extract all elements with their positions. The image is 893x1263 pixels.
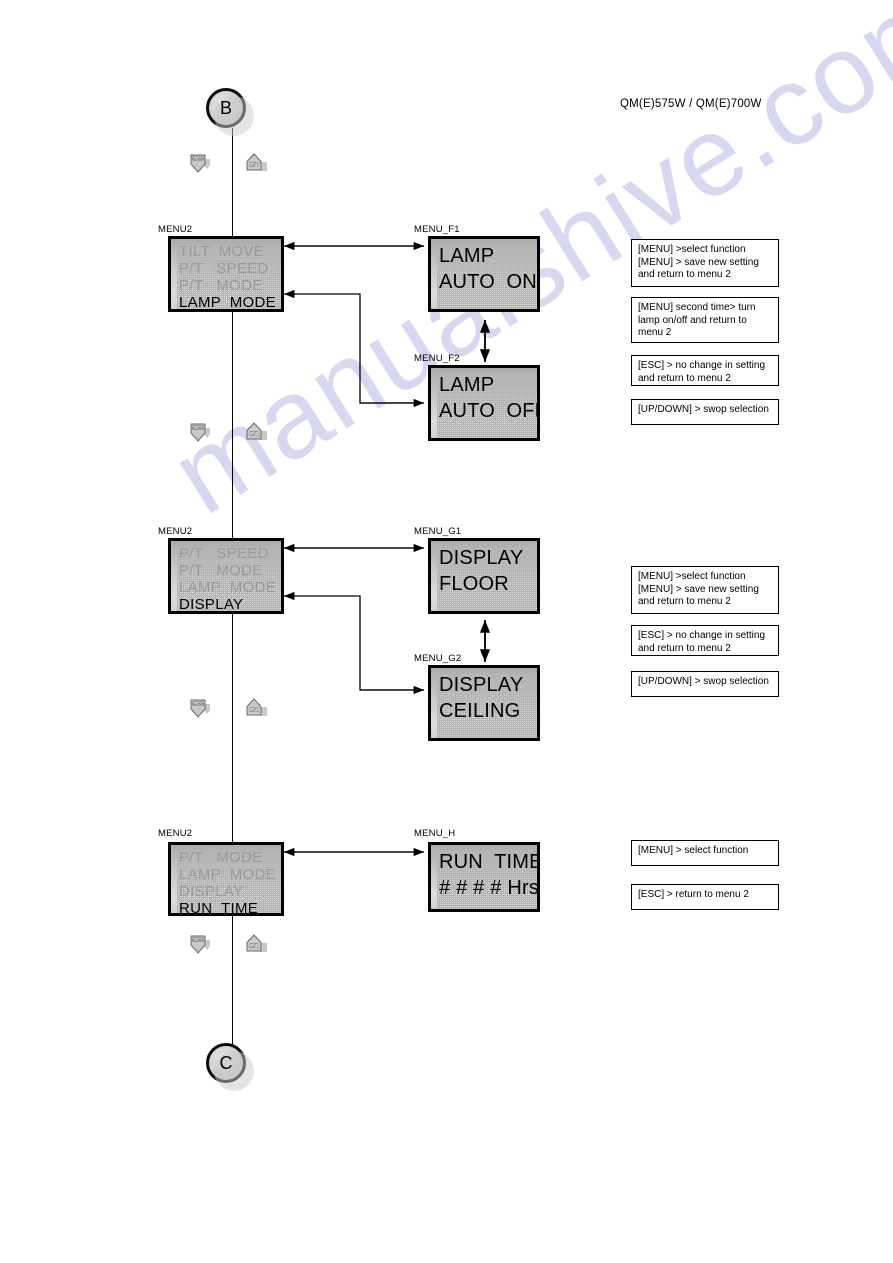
spine-segment-bottom bbox=[232, 916, 233, 1044]
lcd-menu-f1[interactable]: LAMP AUTO ON bbox=[428, 236, 540, 312]
lcd-line: CEILING bbox=[439, 700, 521, 722]
spine-segment-2 bbox=[232, 312, 233, 538]
connector-c-label: C bbox=[219, 1052, 233, 1073]
note-line: [UP/DOWN] > swop selection bbox=[638, 676, 769, 687]
up-key-icon[interactable]: UP bbox=[244, 933, 267, 955]
lcd-line: P/T MODE bbox=[179, 849, 263, 866]
spine-segment-top bbox=[232, 128, 233, 236]
lcd-line: DISPLAY bbox=[179, 883, 244, 900]
lcd-menu-g2[interactable]: DISPLAY CEILING bbox=[428, 665, 540, 741]
lcd-line-selected: RUN TIME bbox=[179, 900, 259, 916]
lcd-line-selected: LAMP MODE bbox=[179, 294, 276, 311]
lcd-line: LAMP bbox=[439, 245, 495, 267]
lcd-menu-f2[interactable]: LAMP AUTO OFF bbox=[428, 365, 540, 441]
up-key-icon[interactable]: UP bbox=[244, 421, 267, 443]
note-line: and return to menu 2 bbox=[638, 269, 731, 281]
down-key-icon[interactable]: DOWN bbox=[188, 421, 210, 443]
svg-text:DOWN: DOWN bbox=[192, 702, 204, 706]
block-label-menu-g1: MENU_G1 bbox=[414, 526, 462, 537]
note-line: [MENU] > select function bbox=[638, 845, 749, 856]
lcd-line: P/T SPEED bbox=[179, 545, 269, 562]
lcd-menu2-lamp[interactable]: TILT MOVE P/T SPEED P/T MODE LAMP MODE bbox=[168, 236, 284, 312]
svg-text:DOWN: DOWN bbox=[192, 157, 204, 161]
lcd-line: DISPLAY bbox=[439, 674, 524, 696]
note-line: menu 2 bbox=[638, 327, 672, 339]
connector-b-label: B bbox=[219, 97, 232, 118]
lcd-line: RUN TIME bbox=[439, 851, 540, 873]
note-box: [MENU] >select function [MENU] > save ne… bbox=[631, 566, 779, 614]
lcd-line: FLOOR bbox=[439, 573, 509, 595]
note-line: [MENU] > save new setting bbox=[638, 256, 759, 268]
lcd-line-selected: DISPLAY bbox=[179, 596, 244, 613]
spine-segment-4 bbox=[232, 614, 233, 842]
lcd-menu2-display[interactable]: P/T SPEED P/T MODE LAMP MODE DISPLAY bbox=[168, 538, 284, 614]
note-line: [UP/DOWN] > swop selection bbox=[638, 404, 769, 415]
note-line: and return to menu 2 bbox=[638, 372, 731, 384]
lcd-line: LAMP MODE bbox=[179, 579, 276, 596]
lcd-line: DISPLAY bbox=[439, 547, 524, 569]
down-key-icon[interactable]: DOWN bbox=[188, 697, 210, 719]
svg-text:DOWN: DOWN bbox=[192, 426, 204, 430]
block-label-menu2: MENU2 bbox=[158, 828, 193, 839]
note-line: [MENU] > save new setting bbox=[638, 583, 759, 595]
lcd-menu2-runtime[interactable]: P/T MODE LAMP MODE DISPLAY RUN TIME bbox=[168, 842, 284, 916]
note-line: and return to menu 2 bbox=[638, 642, 731, 654]
lcd-line: P/T SPEED bbox=[179, 260, 269, 277]
lcd-line: P/T MODE bbox=[179, 562, 263, 579]
svg-text:UP: UP bbox=[251, 432, 257, 436]
lcd-line: AUTO ON bbox=[439, 271, 537, 293]
block-label-menu-f1: MENU_F1 bbox=[414, 224, 460, 235]
connector-c[interactable]: C bbox=[206, 1043, 254, 1091]
down-key-icon[interactable]: DOWN bbox=[188, 152, 210, 174]
note-box: [MENU] second time> turn lamp on/off and… bbox=[631, 297, 779, 343]
svg-text:UP: UP bbox=[251, 944, 257, 948]
note-line: lamp on/off and return to bbox=[638, 314, 747, 326]
lcd-menu-h[interactable]: RUN TIME # # # # Hrs bbox=[428, 842, 540, 912]
lcd-line: LAMP bbox=[439, 374, 495, 396]
note-line: [MENU] >select function bbox=[638, 571, 746, 582]
note-box: [UP/DOWN] > swop selection bbox=[631, 671, 779, 697]
up-key-icon[interactable]: UP bbox=[244, 697, 267, 719]
note-line: [ESC] > no change in setting bbox=[638, 360, 766, 371]
note-box: [MENU] > select function bbox=[631, 840, 779, 866]
note-line: and return to menu 2 bbox=[638, 596, 731, 608]
note-line: [MENU] >select function bbox=[638, 244, 746, 255]
svg-text:DOWN: DOWN bbox=[192, 938, 204, 942]
up-key-icon[interactable]: UP bbox=[244, 152, 267, 174]
note-line: [ESC] > no change in setting bbox=[638, 630, 766, 641]
block-label-menu-f2: MENU_F2 bbox=[414, 353, 460, 364]
note-box: [ESC] > return to menu 2 bbox=[631, 884, 779, 910]
lcd-line: LAMP MODE bbox=[179, 866, 276, 883]
lcd-menu-g1[interactable]: DISPLAY FLOOR bbox=[428, 538, 540, 614]
note-box: [UP/DOWN] > swop selection bbox=[631, 399, 779, 425]
note-box: [MENU] >select function [MENU] > save ne… bbox=[631, 239, 779, 287]
diagram-canvas: manualshive.com QM(E)575W / QM(E)700W B … bbox=[0, 0, 893, 1263]
lcd-line: # # # # Hrs bbox=[439, 877, 540, 899]
block-label-menu-g2: MENU_G2 bbox=[414, 653, 462, 664]
block-label-menu-h: MENU_H bbox=[414, 828, 456, 839]
block-label-menu2: MENU2 bbox=[158, 526, 193, 537]
page-title: QM(E)575W / QM(E)700W bbox=[620, 98, 762, 110]
svg-text:UP: UP bbox=[251, 163, 257, 167]
lcd-line: TILT MOVE bbox=[179, 243, 264, 260]
note-box: [ESC] > no change in setting and return … bbox=[631, 625, 779, 656]
block-label-menu2: MENU2 bbox=[158, 224, 193, 235]
lcd-line: P/T MODE bbox=[179, 277, 263, 294]
down-key-icon[interactable]: DOWN bbox=[188, 933, 210, 955]
svg-text:UP: UP bbox=[251, 708, 257, 712]
note-line: [MENU] second time> turn bbox=[638, 302, 756, 313]
note-box: [ESC] > no change in setting and return … bbox=[631, 355, 779, 386]
note-line: [ESC] > return to menu 2 bbox=[638, 889, 749, 900]
connector-b[interactable]: B bbox=[206, 88, 254, 136]
lcd-line: AUTO OFF bbox=[439, 400, 540, 422]
